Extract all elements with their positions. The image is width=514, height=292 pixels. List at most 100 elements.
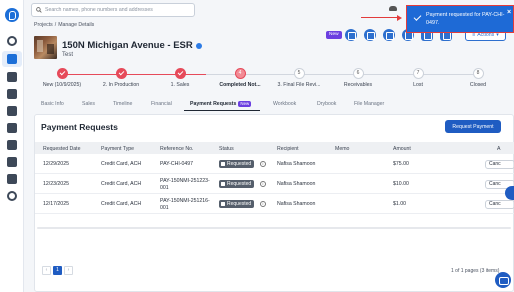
stage-step[interactable]: 2. In Production <box>91 68 151 88</box>
tab-basic-info[interactable]: Basic Info <box>41 101 64 107</box>
stage-step[interactable]: 5 3. Final File Revi... <box>269 68 329 88</box>
status-text: Requested <box>227 201 252 207</box>
request-payment-button[interactable]: Request Payment <box>445 120 501 133</box>
active-tab-indicator <box>184 110 260 112</box>
reference-line-1: PAY-150NMI-251216- <box>160 198 210 204</box>
cell-amount: $1.00 <box>393 201 406 207</box>
document-icon <box>221 181 225 187</box>
table-row[interactable]: 12/29/2025 Credit Card, ACH Nafisa Shamoon… <box>35 154 514 174</box>
col-recipient[interactable]: Recipient <box>277 146 299 152</box>
col-status[interactable]: Status <box>219 146 234 152</box>
tab-label: Sales <box>82 101 95 107</box>
payment-requests-card: Payment Requests Request Payment Request… <box>34 114 514 292</box>
col-reference-no[interactable]: Reference No. <box>160 146 193 152</box>
sidebar <box>0 0 24 292</box>
cell-requested-date: 12/29/2025 <box>43 161 69 167</box>
tab-label: Basic Info <box>41 101 64 107</box>
dashboard-icon[interactable] <box>7 36 17 46</box>
tab-payment-requests[interactable]: Payment Requests New <box>190 101 252 107</box>
stage-step[interactable]: 1. Sales <box>150 68 210 88</box>
cell-payment-type: Credit Card, ACH <box>101 181 142 187</box>
briefcase-icon[interactable] <box>7 54 17 64</box>
search-icon <box>36 7 42 13</box>
tab-drybook[interactable]: Drybook <box>317 101 336 107</box>
tab-file-manager[interactable]: File Manager <box>354 101 384 107</box>
global-search[interactable] <box>31 3 195 17</box>
table-row[interactable]: 12/23/2025 Credit Card, ACH Nafisa Shamoon… <box>35 174 514 194</box>
handshake-icon[interactable] <box>7 106 17 116</box>
col-payment-type[interactable]: Payment Type <box>101 146 134 152</box>
cloud-icon <box>389 6 397 11</box>
annotation-arrow-head <box>397 14 402 21</box>
next-page-button[interactable]: › <box>64 266 73 275</box>
cell-reference-no[interactable]: PAY-CHI-0497 <box>160 161 193 168</box>
cell-requested-date: 12/17/2025 <box>43 201 69 207</box>
stage-step[interactable]: 7 Lost <box>388 68 448 88</box>
tab-label: Payment Requests <box>190 101 237 107</box>
stage-number: 7 <box>412 68 424 79</box>
calendar-icon[interactable] <box>7 72 17 82</box>
tab-workbook[interactable]: Workbook <box>273 101 296 107</box>
cell-amount: $75.00 <box>393 161 409 167</box>
tab-label: Workbook <box>273 101 297 107</box>
stage-step[interactable]: 8 Closed <box>448 68 508 88</box>
toast-close-icon[interactable]: × <box>507 9 511 16</box>
cell-payment-type: Credit Card, ACH <box>101 161 142 167</box>
col-memo[interactable]: Memo <box>335 146 349 152</box>
cell-recipient: Nafisa Shamoon <box>277 161 316 167</box>
breadcrumb-projects[interactable]: Projects <box>34 22 53 28</box>
stage-step[interactable]: 4 Completed Not... <box>210 68 270 88</box>
cell-reference-no[interactable]: PAY-150NMI-251216- 001 <box>160 198 210 211</box>
col-requested-date[interactable]: Requested Date <box>43 146 81 152</box>
page-info: 1 of 1 pages (3 items) <box>451 268 500 274</box>
stage-label: New (10/9/2025) <box>42 82 82 88</box>
edit-action-button[interactable] <box>364 29 376 41</box>
stage-label: Lost <box>413 82 423 88</box>
cancel-request-button[interactable]: Canc <box>485 199 514 209</box>
horizontal-scrollbar[interactable] <box>37 227 511 229</box>
table-row[interactable]: 12/17/2025 Credit Card, ACH Nafisa Shamoon… <box>35 194 514 214</box>
cell-recipient: Nafisa Shamoon <box>277 201 316 207</box>
info-icon[interactable]: i <box>260 201 266 207</box>
new-badge: New <box>326 31 342 39</box>
search-input[interactable] <box>45 7 185 13</box>
info-icon[interactable]: i <box>260 181 266 187</box>
stage-label: Closed <box>469 82 487 88</box>
map-icon[interactable] <box>7 89 17 99</box>
cell-reference-no[interactable]: PAY-150NMI-251223- 001 <box>160 178 210 191</box>
tab-label: Financial <box>151 101 172 107</box>
stage-check-icon <box>115 68 127 79</box>
tab-label: Drybook <box>317 101 337 107</box>
cancel-request-button[interactable]: Canc <box>485 159 514 169</box>
cell-recipient: Nafisa Shamoon <box>277 181 316 187</box>
phone-fab-icon[interactable] <box>505 186 514 200</box>
chat-bubble-icon[interactable] <box>495 272 511 288</box>
phone-icon[interactable] <box>7 123 17 133</box>
send-action-button[interactable] <box>383 29 395 41</box>
tab-timeline[interactable]: Timeline <box>113 101 132 107</box>
users-icon[interactable] <box>7 174 17 184</box>
col-amount[interactable]: Amount <box>393 146 411 152</box>
tab-sales[interactable]: Sales <box>82 101 95 107</box>
prev-page-button[interactable]: ‹ <box>42 266 51 275</box>
project-thumbnail[interactable] <box>34 36 57 59</box>
tab-financial[interactable]: Financial <box>151 101 172 107</box>
app-logo[interactable] <box>5 8 19 22</box>
message-action-button[interactable] <box>345 29 357 41</box>
inbox-icon[interactable] <box>7 140 17 150</box>
stage-step[interactable]: New (10/9/2025) <box>32 68 92 88</box>
page-button-current[interactable]: 1 <box>53 266 62 275</box>
status-text: Requested <box>227 181 252 187</box>
col-actions[interactable]: A <box>497 146 500 152</box>
settings-gear-icon[interactable] <box>7 191 17 201</box>
tab-new-badge: New <box>238 101 252 107</box>
info-icon[interactable]: i <box>260 161 266 167</box>
stage-check-icon <box>56 68 68 79</box>
stage-step[interactable]: 6 Receivables <box>328 68 388 88</box>
truck-icon[interactable] <box>7 157 17 167</box>
cell-amount: $10.00 <box>393 181 409 187</box>
tab-label: File Manager <box>354 101 385 107</box>
stage-check-icon <box>174 68 186 79</box>
reference-line-2: 001 <box>160 204 169 211</box>
stage-number: 5 <box>293 68 305 79</box>
